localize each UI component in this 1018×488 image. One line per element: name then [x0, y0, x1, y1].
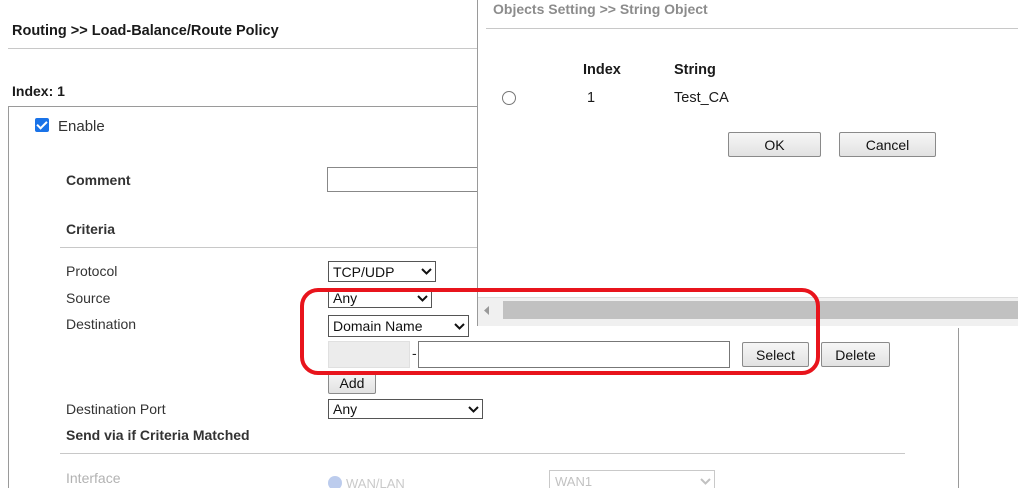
- interface-option-label: WAN/LAN: [346, 476, 405, 488]
- highlight-annotation: [300, 288, 820, 375]
- row-index-cell: 1: [587, 90, 596, 106]
- column-header-string: String: [674, 62, 716, 78]
- row-string-cell: Test_CA: [674, 90, 729, 106]
- popup-title-divider: [486, 28, 1018, 29]
- destination-port-select-value: Any: [333, 401, 358, 417]
- destination-port-select[interactable]: Any: [328, 399, 483, 419]
- protocol-select-value: TCP/UDP: [333, 263, 395, 280]
- row-select-radio[interactable]: [502, 91, 516, 105]
- cancel-button[interactable]: Cancel: [839, 132, 936, 157]
- form-frame-left: [8, 106, 9, 488]
- string-object-popup: Objects Setting >> String Object Index S…: [477, 0, 1018, 326]
- interface-select[interactable]: WAN1: [549, 470, 715, 488]
- send-via-divider: [60, 453, 905, 454]
- enable-label: Enable: [58, 118, 105, 135]
- criteria-heading: Criteria: [66, 221, 116, 237]
- form-frame-top: [8, 106, 480, 107]
- source-label: Source: [66, 290, 111, 306]
- title-divider: [8, 48, 480, 49]
- column-header-index: Index: [583, 62, 621, 78]
- criteria-divider: [60, 247, 480, 248]
- interface-label: Interface: [66, 470, 121, 486]
- add-button[interactable]: Add: [328, 372, 376, 394]
- chevron-down-icon: [464, 400, 482, 418]
- chevron-down-icon: [417, 262, 435, 281]
- protocol-label: Protocol: [66, 263, 118, 279]
- interface-select-value: WAN1: [555, 473, 593, 488]
- protocol-select[interactable]: TCP/UDP: [328, 261, 436, 282]
- index-label: Index: 1: [12, 83, 65, 99]
- destination-label: Destination: [66, 316, 137, 332]
- interface-radio[interactable]: [328, 476, 342, 488]
- destination-port-label: Destination Port: [66, 401, 166, 417]
- popup-title: Objects Setting >> String Object: [493, 1, 708, 17]
- enable-checkbox[interactable]: [35, 118, 49, 132]
- comment-input[interactable]: [327, 167, 480, 192]
- delete-button[interactable]: Delete: [821, 342, 890, 367]
- form-frame-right: [958, 328, 959, 488]
- page-title: Routing >> Load-Balance/Route Policy: [12, 23, 279, 39]
- chevron-down-icon: [696, 477, 714, 485]
- ok-button[interactable]: OK: [728, 132, 821, 157]
- comment-label: Comment: [66, 172, 131, 188]
- send-via-heading: Send via if Criteria Matched: [66, 427, 250, 443]
